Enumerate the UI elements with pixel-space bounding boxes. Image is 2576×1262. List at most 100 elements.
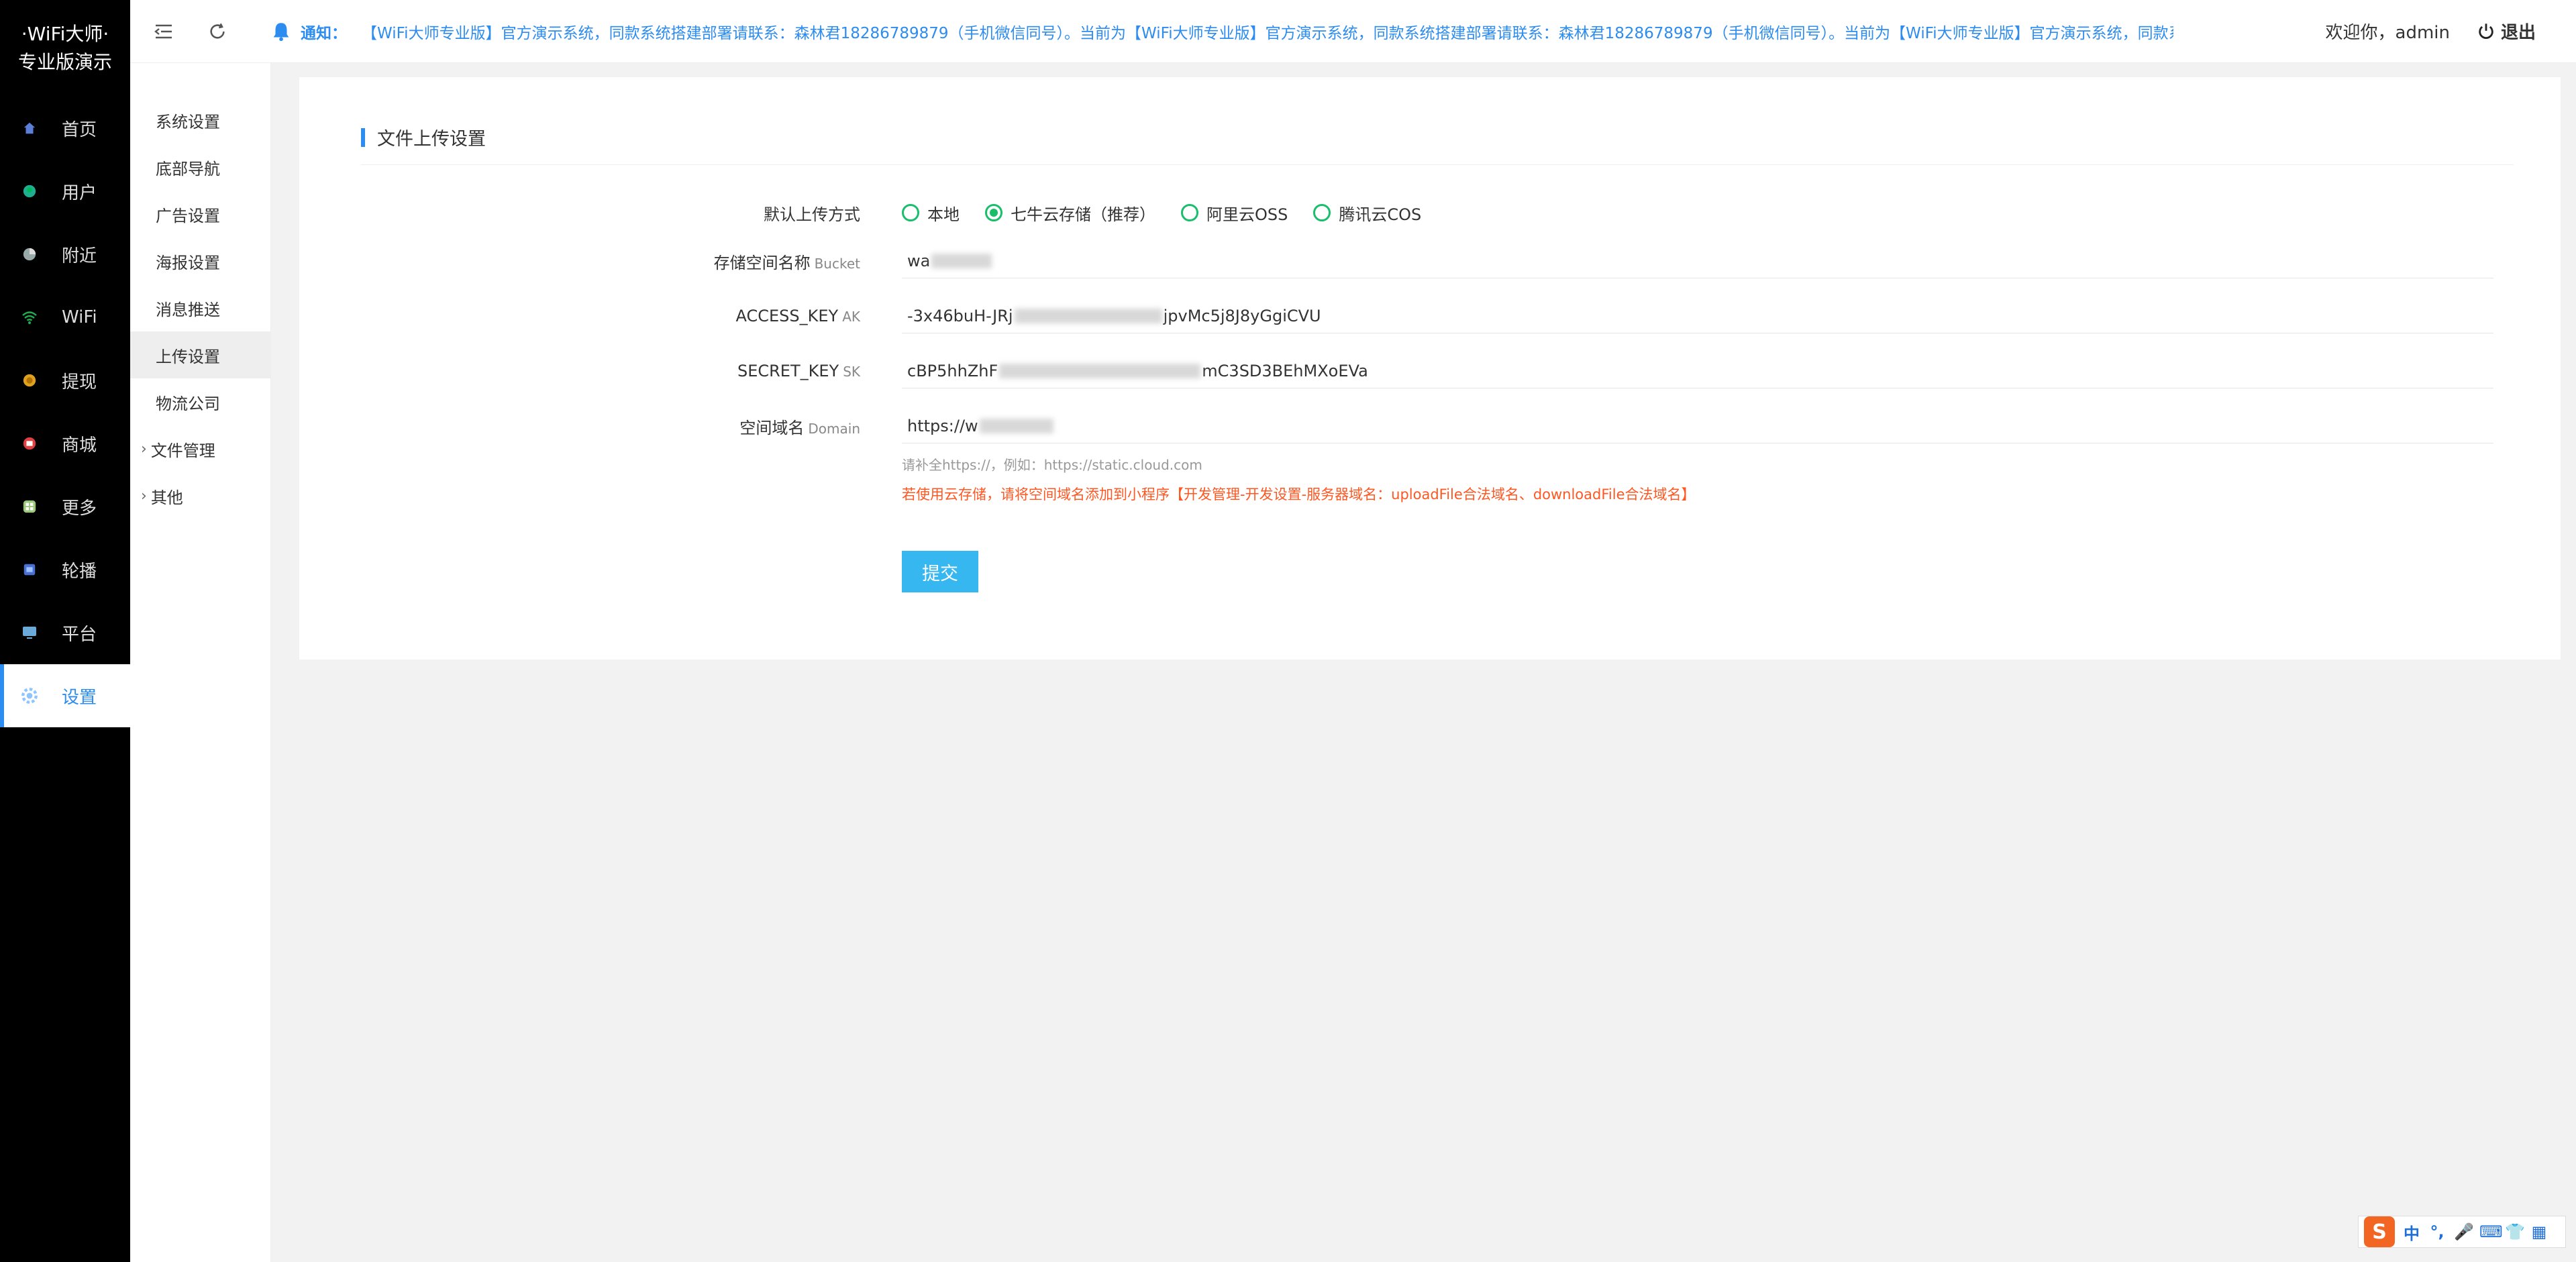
domain-row: 空间域名 Domain https://w <box>299 409 2561 443</box>
radio-circle-icon <box>902 204 919 221</box>
sidebar-item-wifi[interactable]: WiFi <box>0 286 130 349</box>
sidebar-item-withdraw[interactable]: 提现 <box>0 349 130 412</box>
sidebar-item-label: 提现 <box>62 372 97 392</box>
app-logo: ·WiFi大师· 专业版演示 <box>0 0 130 97</box>
sk-value: cBP5hhZhF <box>907 361 998 380</box>
domain-hint: 请补全https://，例如：https://static.cloud.com <box>902 457 1202 473</box>
submit-button[interactable]: 提交 <box>902 551 978 592</box>
sidebar-item-more[interactable]: 更多 <box>0 475 130 538</box>
sidebar-item-nearby[interactable]: 附近 <box>0 223 130 286</box>
ime-skin-icon[interactable]: 👕 <box>2505 1222 2525 1241</box>
secret-key-input[interactable]: cBP5hhZhF mC3SD3BEhMXoEVa <box>902 354 2493 388</box>
sidebar-item-label: 更多 <box>62 498 97 519</box>
submenu-item-system[interactable]: 系统设置 <box>130 97 270 144</box>
domain-label-text: 空间域名 <box>739 418 805 437</box>
access-key-row: ACCESS_KEY AK -3x46buH-JRj jpvMc5j8J8yGgiC… <box>299 299 2561 333</box>
chevron-right-icon: › <box>141 487 147 505</box>
domain-label: 空间域名 Domain <box>299 415 880 438</box>
shop-icon <box>20 434 39 453</box>
radio-checked-icon <box>985 204 1002 221</box>
logout-button[interactable]: 退出 <box>2477 19 2536 44</box>
home-icon <box>20 119 39 138</box>
sidebar-item-label: 设置 <box>62 687 97 708</box>
radio-local[interactable]: 本地 <box>902 201 960 225</box>
logout-label: 退出 <box>2500 23 2536 43</box>
ime-punctuation-icon[interactable]: °, <box>2428 1222 2446 1241</box>
radio-circle-icon <box>1313 204 1331 221</box>
sidebar-item-label: 用户 <box>62 182 97 203</box>
bucket-row: 存储空间名称 Bucket wa <box>299 244 2561 278</box>
secret-key-row: SECRET_KEY SK cBP5hhZhF mC3SD3BEhMXoEVa <box>299 354 2561 388</box>
access-key-input[interactable]: -3x46buH-JRj jpvMc5j8J8yGgiCVU <box>902 299 2493 333</box>
notice-marquee: 通知： 【WiFi大师专业版】官方演示系统，同款系统搭建部署请联系：森林君182… <box>270 20 2326 43</box>
submenu-item-bottom-nav[interactable]: 底部导航 <box>130 144 270 191</box>
sogou-logo-icon[interactable]: S <box>2364 1216 2395 1247</box>
bell-icon <box>270 20 293 43</box>
radio-aliyun-oss[interactable]: 阿里云OSS <box>1181 201 1288 225</box>
section-title: 文件上传设置 <box>361 124 486 150</box>
submenu-item-poster[interactable]: 海报设置 <box>130 238 270 284</box>
domain-input[interactable]: https://w <box>902 409 2493 443</box>
radio-label: 腾讯云COS <box>1339 205 1422 224</box>
grid-icon <box>20 497 39 516</box>
settings-submenu: 设置 系统设置 底部导航 广告设置 海报设置 消息推送 上传设置 物流公司 › … <box>130 0 271 1262</box>
submenu-group-file-management[interactable]: › 文件管理 <box>130 425 270 472</box>
ime-toolbar: S 中 °, 🎤 ⌨ 👕 ▦ <box>2358 1216 2566 1248</box>
sidebar-item-carousel[interactable]: 轮播 <box>0 538 130 601</box>
radio-label: 阿里云OSS <box>1206 205 1288 224</box>
sidebar-item-shop[interactable]: 商城 <box>0 412 130 475</box>
monitor-icon <box>20 623 39 642</box>
bucket-label-sub: Bucket <box>814 255 860 272</box>
submenu-item-push[interactable]: 消息推送 <box>130 284 270 331</box>
refresh-icon[interactable] <box>197 11 238 52</box>
sidebar-item-settings[interactable]: 设置 <box>0 664 130 727</box>
gear-icon <box>20 686 39 705</box>
user-icon <box>20 182 39 201</box>
upload-method-label: 默认上传方式 <box>764 205 860 224</box>
blurred-text <box>931 253 992 268</box>
ime-microphone-icon[interactable]: 🎤 <box>2454 1222 2474 1241</box>
upload-method-row: 默认上传方式 本地 七牛云存储（推荐） 阿里云OSS 腾讯云COS <box>299 195 2561 230</box>
submenu-item-upload[interactable]: 上传设置 <box>130 331 270 378</box>
power-icon <box>2479 23 2493 39</box>
top-header: 通知： 【WiFi大师专业版】官方演示系统，同款系统搭建部署请联系：森林君182… <box>130 0 2576 63</box>
section-divider <box>361 164 2514 165</box>
ak-label-sub: AK <box>842 309 860 325</box>
user-area: 欢迎你，admin 退出 <box>2326 19 2576 44</box>
sidebar-item-home[interactable]: 首页 <box>0 97 130 160</box>
radio-qiniu[interactable]: 七牛云存储（推荐） <box>985 201 1155 225</box>
ak-label-text: ACCESS_KEY <box>735 307 839 325</box>
radio-tencent-cos[interactable]: 腾讯云COS <box>1313 201 1421 225</box>
ime-toolbox-icon[interactable]: ▦ <box>2530 1222 2548 1241</box>
radio-circle-icon <box>1181 204 1198 221</box>
carousel-icon <box>20 560 39 579</box>
sidebar-item-label: 商城 <box>62 435 97 456</box>
submenu-item-logistics[interactable]: 物流公司 <box>130 378 270 425</box>
sidebar-item-label: WiFi <box>62 307 97 327</box>
welcome-text: 欢迎你，admin <box>2325 23 2450 43</box>
bucket-input[interactable]: wa <box>902 244 2493 278</box>
sidebar-item-platform[interactable]: 平台 <box>0 601 130 664</box>
bucket-label-text: 存储空间名称 <box>713 253 811 272</box>
access-key-label: ACCESS_KEY AK <box>299 307 880 325</box>
logo-line2: 专业版演示 <box>17 51 112 73</box>
upload-method-radio-group: 本地 七牛云存储（推荐） 阿里云OSS 腾讯云COS <box>902 201 1421 225</box>
sidebar-item-label: 附近 <box>62 246 97 266</box>
notice-text: 【WiFi大师专业版】官方演示系统，同款系统搭建部署请联系：森林君1828678… <box>362 24 2173 42</box>
blurred-text <box>999 363 1201 378</box>
logo-line1: ·WiFi大师· <box>21 23 109 45</box>
ime-chinese-mode[interactable]: 中 <box>2403 1220 2420 1244</box>
submenu-group-label: 其他 <box>150 488 183 507</box>
sidebar-item-label: 首页 <box>62 119 97 140</box>
sk-label-sub: SK <box>843 364 860 380</box>
menu-collapse-icon[interactable] <box>144 11 184 52</box>
ak-value-end: jpvMc5j8J8yGgiCVU <box>1163 306 1321 325</box>
sidebar-item-user[interactable]: 用户 <box>0 160 130 223</box>
main-sidebar: ·WiFi大师· 专业版演示 首页 用户 附近 WiFi 提现 商城 更多 轮播… <box>0 0 130 1262</box>
blurred-text <box>979 418 1053 433</box>
chevron-right-icon: › <box>141 440 147 458</box>
domain-label-sub: Domain <box>808 420 860 437</box>
submenu-group-other[interactable]: › 其他 <box>130 472 270 519</box>
ime-keyboard-icon[interactable]: ⌨ <box>2479 1222 2503 1241</box>
submenu-item-ads[interactable]: 广告设置 <box>130 191 270 238</box>
